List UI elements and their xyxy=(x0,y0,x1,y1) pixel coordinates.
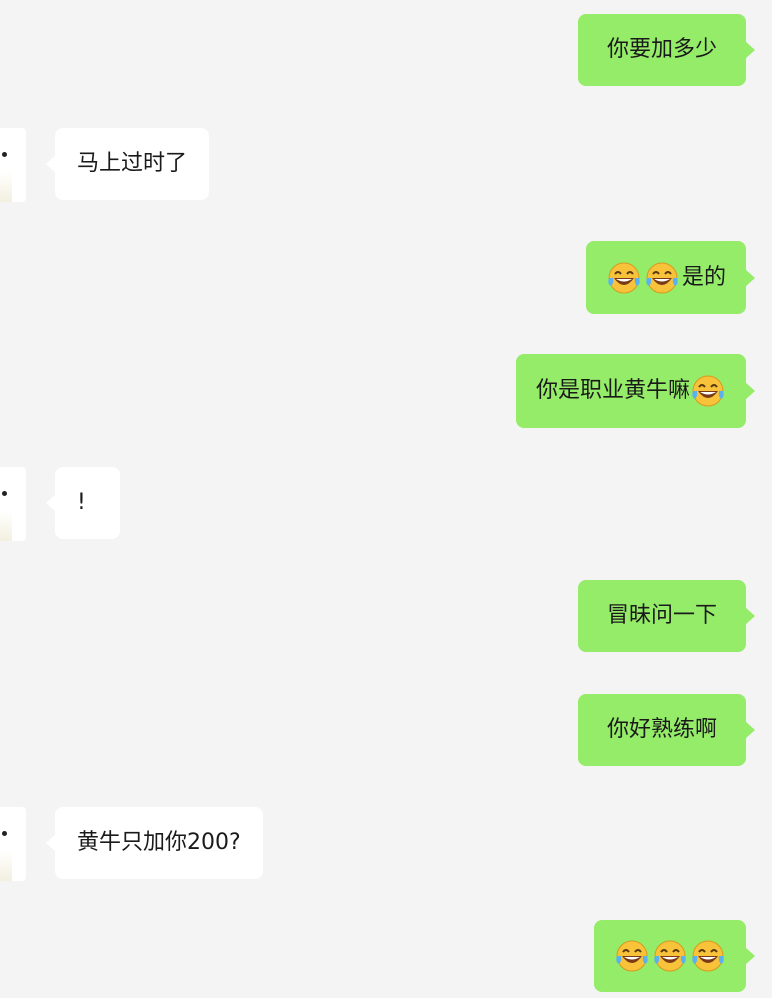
message-sent: 你好熟练啊 xyxy=(578,694,755,766)
tears-of-joy-icon xyxy=(652,938,688,974)
avatar[interactable] xyxy=(0,807,26,881)
recv-bubble[interactable]: 黄牛只加你200? xyxy=(46,807,263,879)
message-text: ! xyxy=(77,490,86,515)
sent-bubble[interactable]: 你是职业黄牛嘛 xyxy=(515,354,756,428)
sent-bubble[interactable]: 你要加多少 xyxy=(578,14,755,86)
message-text: 你要加多少 xyxy=(606,37,717,62)
sent-bubble[interactable]: 是的 xyxy=(585,241,756,314)
tears-of-joy-icon xyxy=(690,373,726,409)
tears-of-joy-icon xyxy=(644,260,680,296)
message-text: 是的 xyxy=(681,264,726,290)
tears-of-joy-icon xyxy=(614,938,650,974)
message-text: 你好熟练啊 xyxy=(606,717,717,742)
sent-bubble[interactable]: 冒昧问一下 xyxy=(578,580,755,652)
message-sent: 你要加多少 xyxy=(578,14,755,86)
message-sent: 是的 xyxy=(585,241,756,314)
message-text: 黄牛只加你200? xyxy=(77,830,241,855)
recv-bubble[interactable]: 马上过时了 xyxy=(45,128,210,200)
message-sent: 冒昧问一下 xyxy=(578,580,755,652)
avatar[interactable] xyxy=(0,128,26,202)
message-text: 你是职业黄牛嘛 xyxy=(535,378,690,403)
avatar[interactable] xyxy=(0,467,26,541)
message-sent: 你是职业黄牛嘛 xyxy=(515,354,756,428)
message-text: 冒昧问一下 xyxy=(606,603,717,628)
message-sent xyxy=(594,920,755,992)
message-received: 马上过时了 xyxy=(45,128,210,200)
tears-of-joy-icon xyxy=(606,260,642,296)
sent-bubble[interactable] xyxy=(594,920,755,992)
sent-bubble[interactable]: 你好熟练啊 xyxy=(578,694,755,766)
message-text: 马上过时了 xyxy=(77,151,188,176)
recv-bubble[interactable]: ! xyxy=(46,467,120,539)
message-received: ! xyxy=(46,467,120,539)
tears-of-joy-icon xyxy=(690,938,726,974)
message-received: 黄牛只加你200? xyxy=(46,807,263,879)
